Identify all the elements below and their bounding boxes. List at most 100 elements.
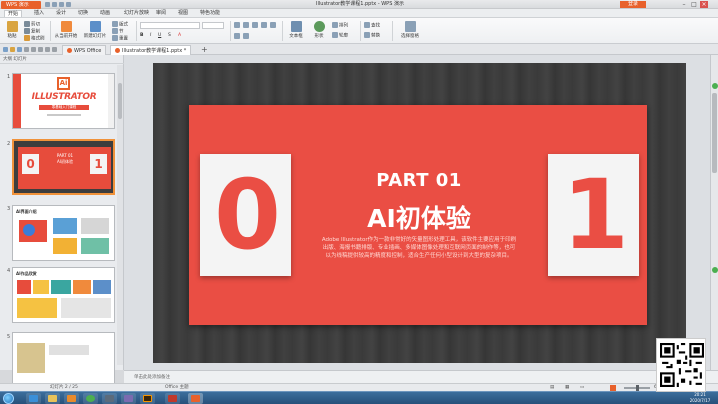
menu-insert[interactable]: 插入 <box>34 10 44 17</box>
login-button[interactable]: 登录 <box>620 1 646 8</box>
menu-home[interactable]: 开始 <box>4 10 23 17</box>
notes-placeholder: 单击此处添加备注 <box>134 375 170 380</box>
reset-button[interactable]: 重置 <box>112 35 128 42</box>
taskbar-ie[interactable] <box>26 393 41 404</box>
new-slide-button[interactable]: 新建幻灯片 <box>82 21 108 41</box>
menu-review[interactable]: 审阅 <box>156 10 166 17</box>
section-button[interactable]: 节 <box>112 28 124 35</box>
menu-bar: 开始 插入 设计 切换 动画 幻灯片放映 审阅 视图 特色功能 <box>0 9 718 18</box>
cut-button[interactable]: 剪切 <box>24 21 40 28</box>
slide-thumbnail-5[interactable] <box>12 332 115 388</box>
redo-icon[interactable] <box>66 2 71 7</box>
app-icon <box>168 395 177 402</box>
bold-button[interactable]: B <box>140 33 143 38</box>
outline-button[interactable]: 轮廓 <box>332 32 348 39</box>
system-clock[interactable]: 20:21 2020/7/17 <box>684 392 716 404</box>
taskbar-app[interactable] <box>121 393 136 404</box>
paste-button[interactable]: 粘贴 <box>2 21 22 41</box>
taskbar-app[interactable] <box>165 393 180 404</box>
taskbar-chrome[interactable] <box>83 393 98 404</box>
folder-icon <box>48 395 57 402</box>
underline-button[interactable]: U <box>158 33 161 38</box>
taskbar-explorer[interactable] <box>45 393 60 404</box>
slides-panel: 大纲 幻灯片 1 Ai ILLUSTRATOR 零基础入门课程 2 0 1 PA… <box>0 55 124 388</box>
outline-icon <box>332 32 338 38</box>
undo-icon[interactable] <box>59 2 64 7</box>
ai-logo-icon: Ai <box>57 77 70 90</box>
menu-features[interactable]: 特色功能 <box>200 10 220 17</box>
line-spacing-button[interactable] <box>234 33 241 40</box>
windows-taskbar: 20:21 2020/7/17 <box>0 391 718 404</box>
open-folder-icon[interactable] <box>10 47 15 52</box>
slide-thumbnail-2[interactable]: 0 1 PART 01 AI初体验 <box>12 139 115 195</box>
scissors-icon <box>24 21 30 27</box>
align-center-icon <box>243 22 249 28</box>
align-left-button[interactable] <box>234 22 241 29</box>
start-button[interactable] <box>3 393 14 404</box>
new-doc-icon[interactable] <box>3 47 8 52</box>
save-icon[interactable] <box>17 47 22 52</box>
selection-pane-button[interactable]: 选择窗格 <box>396 21 424 41</box>
slide-thumbnail-4[interactable]: AI作品欣赏 <box>12 267 115 323</box>
document-tab-bar: WPS Office Illustrator教学课程1.pptx * + <box>0 44 718 55</box>
arrange-button[interactable]: 排列 <box>332 22 348 29</box>
slide-thumbnail-3[interactable]: AI界面介绍 <box>12 205 115 261</box>
save-icon[interactable] <box>45 2 50 7</box>
find-button[interactable]: 查找 <box>364 22 380 29</box>
minimize-icon[interactable]: – <box>680 1 688 8</box>
taskbar-illustrator[interactable] <box>140 393 155 404</box>
copy-button[interactable]: 复制 <box>24 28 40 35</box>
layout-button[interactable]: 版式 <box>112 21 128 28</box>
play-from-current-button[interactable]: 从当前开始 <box>54 21 78 41</box>
menu-design[interactable]: 设计 <box>56 10 66 17</box>
editor-scrollbar[interactable] <box>710 55 718 370</box>
replace-button[interactable]: 替换 <box>364 32 380 39</box>
menu-view[interactable]: 视图 <box>178 10 188 17</box>
format-painter-button[interactable]: 格式刷 <box>24 35 45 42</box>
search-icon <box>364 22 370 28</box>
taskbar-app[interactable] <box>102 393 117 404</box>
panel-scrollbar[interactable] <box>117 65 123 365</box>
italic-button[interactable]: I <box>150 33 151 38</box>
redo-icon[interactable] <box>45 47 50 52</box>
current-slide[interactable]: 0 1 PART 01 AI初体验 Adobe Illustrator作为一款非… <box>153 63 686 363</box>
shapes-button[interactable]: 形状 <box>309 21 329 41</box>
font-color-button[interactable]: A <box>178 33 181 38</box>
chrome-icon <box>86 395 95 402</box>
taskbar-wps[interactable] <box>188 393 203 404</box>
add-tab-icon[interactable]: + <box>201 45 208 55</box>
undo-icon[interactable] <box>38 47 43 52</box>
align-center-button[interactable] <box>243 22 250 29</box>
align-right-button[interactable] <box>252 22 259 29</box>
menu-slideshow[interactable]: 幻灯片放映 <box>124 10 149 17</box>
app-icon <box>105 395 114 402</box>
chevron-down-icon[interactable] <box>52 47 57 52</box>
menu-animation[interactable]: 动画 <box>100 10 110 17</box>
tab-wps-home[interactable]: WPS Office <box>62 45 107 55</box>
textbox-button[interactable]: 文本框 <box>286 21 306 41</box>
shadow-button[interactable]: S <box>168 33 171 38</box>
bullets-button[interactable] <box>261 22 268 29</box>
font-size-combo[interactable] <box>202 22 224 29</box>
wps-logo-icon <box>191 395 200 402</box>
ribbon-toolbar: 粘贴 剪切 复制 格式刷 从当前开始 新建幻灯片 版式 节 重置 B I U S… <box>0 18 718 44</box>
notes-pane[interactable]: 单击此处添加备注 <box>124 370 718 383</box>
font-name-combo[interactable] <box>140 22 200 29</box>
maximize-icon[interactable]: □ <box>690 1 698 8</box>
menu-transition[interactable]: 切换 <box>78 10 88 17</box>
close-icon[interactable]: × <box>700 1 708 8</box>
print-icon[interactable] <box>52 2 57 7</box>
float-tool-icon[interactable] <box>712 267 718 273</box>
text-direction-button[interactable] <box>243 33 250 40</box>
taskbar-media[interactable] <box>64 393 79 404</box>
numbering-button[interactable] <box>270 22 277 29</box>
print-icon[interactable] <box>24 47 29 52</box>
wps-app-menu-button[interactable]: WPS 演示 <box>1 1 41 9</box>
float-tool-icon[interactable] <box>712 83 718 89</box>
tab-document[interactable]: Illustrator教学课程1.pptx * <box>110 45 192 55</box>
layout-icon <box>112 21 118 27</box>
print-preview-icon[interactable] <box>31 47 36 52</box>
media-icon <box>67 395 76 402</box>
slide-thumbnail-1[interactable]: Ai ILLUSTRATOR 零基础入门课程 <box>12 73 115 129</box>
play-icon <box>60 21 72 32</box>
